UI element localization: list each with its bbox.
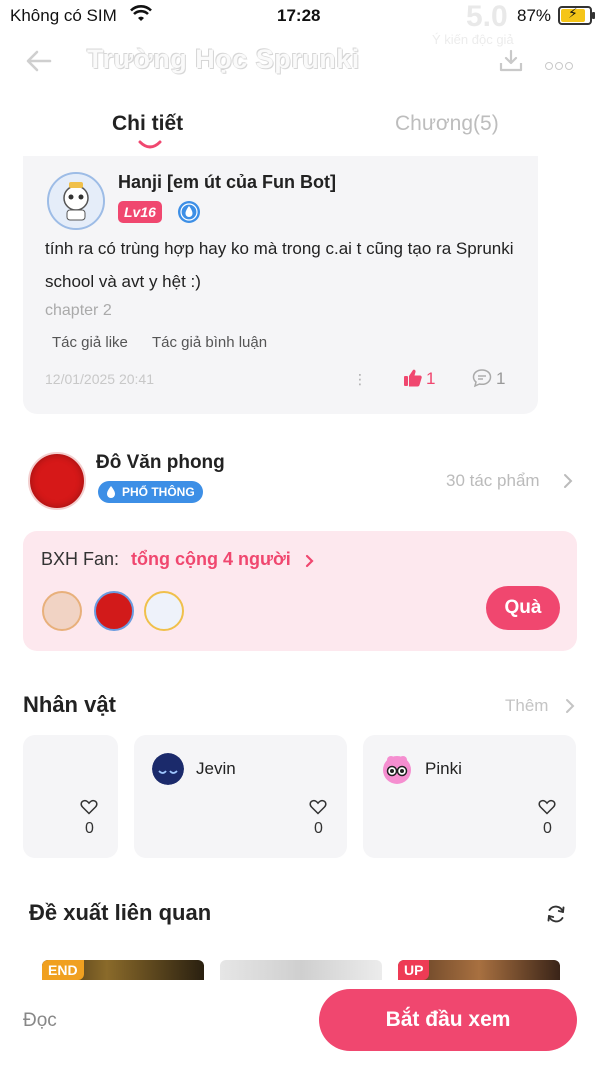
fan-ranking-total[interactable]: tổng cộng 4 người <box>131 549 291 570</box>
author-rank-badge: PHỔ THÔNG <box>98 481 203 503</box>
carrier-label: Không có SIM <box>10 6 117 25</box>
bottom-action-bar: Đọc Bắt đầu xem <box>0 980 600 1067</box>
commenter-avatar[interactable] <box>47 172 105 230</box>
water-drop-badge-icon <box>178 201 200 223</box>
comment-bubble-icon[interactable] <box>472 368 492 388</box>
comment-card[interactable]: Hanji [em út của Fun Bot] Lv16 tính ra c… <box>23 156 538 414</box>
start-reading-button[interactable]: Bắt đầu xem <box>319 989 577 1051</box>
status-tag: UP <box>398 960 430 980</box>
battery-percentage: 87% <box>517 6 552 25</box>
comment-menu-icon[interactable]: ⋮ <box>353 371 367 388</box>
author-row[interactable]: Đô Văn phong PHỔ THÔNG 30 tác phẩm <box>0 440 600 520</box>
comment-date: 12/01/2025 20:41 <box>45 371 154 387</box>
character-card[interactable]: Pinki 0 <box>363 735 576 858</box>
heart-icon[interactable] <box>309 798 327 816</box>
character-card[interactable]: 0 <box>23 735 118 858</box>
level-badge: Lv16 <box>118 201 162 223</box>
wifi-icon <box>130 5 152 21</box>
character-like-count: 0 <box>543 820 552 837</box>
status-bar: Không có SIM 17:28 87% ⚡ <box>0 0 600 30</box>
refresh-icon[interactable] <box>545 903 567 925</box>
heart-icon[interactable] <box>80 798 98 816</box>
fan-avatar[interactable] <box>144 591 184 631</box>
related-story-thumbnail[interactable]: UP <box>398 960 560 980</box>
water-drop-icon <box>107 486 115 498</box>
tab-active-indicator <box>138 140 162 149</box>
character-name: Pinki <box>425 759 462 778</box>
character-card[interactable]: Jevin 0 <box>134 735 347 858</box>
background-rating: 5.0 <box>466 0 508 33</box>
battery-icon: ⚡ <box>558 5 595 25</box>
commenter-name[interactable]: Hanji [em út của Fun Bot] <box>118 172 336 193</box>
author-name[interactable]: Đô Văn phong <box>96 452 225 474</box>
author-works-count[interactable]: 30 tác phẩm <box>446 471 540 491</box>
tab-details[interactable]: Chi tiết <box>112 112 183 136</box>
back-arrow-icon[interactable] <box>24 46 54 76</box>
page-title: Trường Học Sprunki <box>87 44 360 74</box>
status-tag: END <box>42 960 84 980</box>
character-like-count: 0 <box>85 820 94 837</box>
fan-avatar[interactable] <box>94 591 134 631</box>
character-avatar <box>152 753 184 785</box>
comment-chapter[interactable]: chapter 2 <box>45 302 112 320</box>
character-avatar <box>383 756 411 784</box>
fan-ranking-label: BXH Fan: <box>41 549 120 569</box>
chevron-right-icon[interactable] <box>565 698 575 714</box>
gift-button[interactable]: Quà <box>486 586 560 630</box>
author-comment-tag: Tác giả bình luận <box>152 334 268 351</box>
read-button[interactable]: Đọc <box>23 1010 57 1032</box>
clock: 17:28 <box>277 6 321 25</box>
author-rank-label: PHỔ THÔNG <box>122 485 195 499</box>
more-icon[interactable] <box>545 57 575 75</box>
comment-text: tính ra có trùng hợp hay ko mà trong c.a… <box>45 239 514 291</box>
related-story-thumbnail[interactable]: END <box>42 960 204 980</box>
author-avatar[interactable] <box>28 452 86 510</box>
download-icon[interactable] <box>498 48 524 74</box>
navigation-bar: Trường Học Sprunki <box>0 30 600 92</box>
chevron-right-icon[interactable] <box>562 473 574 489</box>
related-section-title: Đề xuất liên quan <box>29 900 212 925</box>
character-name: Jevin <box>196 759 236 778</box>
characters-section-title: Nhân vật <box>23 692 116 717</box>
author-like-tag: Tác giả like <box>52 334 128 351</box>
fan-avatar[interactable] <box>42 591 82 631</box>
reply-count: 1 <box>496 369 506 388</box>
tab-chapters[interactable]: Chương(5) <box>395 112 499 136</box>
related-story-thumbnail[interactable] <box>220 960 382 980</box>
fan-ranking-card[interactable]: BXH Fan: tổng cộng 4 người Quà <box>23 531 577 651</box>
chevron-right-icon[interactable] <box>305 553 315 569</box>
thumbs-up-icon[interactable] <box>403 368 423 388</box>
like-count: 1 <box>426 369 436 388</box>
heart-icon[interactable] <box>538 798 556 816</box>
character-like-count: 0 <box>314 820 323 837</box>
characters-more-link[interactable]: Thêm <box>505 696 548 716</box>
tab-bar: Chi tiết Chương(5) <box>0 92 600 156</box>
